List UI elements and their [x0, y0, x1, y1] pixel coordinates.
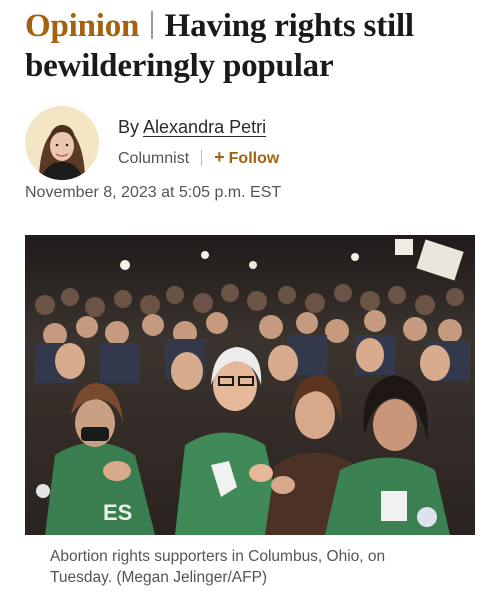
- byline-prefix: By: [118, 117, 140, 137]
- headline: Opinion Having rights still bewilderingly…: [25, 6, 490, 86]
- follow-button[interactable]: + Follow: [214, 147, 280, 167]
- author-role-row: Columnist + Follow: [118, 147, 279, 168]
- lead-photo[interactable]: ES: [25, 235, 475, 535]
- role-divider: [201, 150, 203, 166]
- plus-icon: +: [214, 147, 225, 167]
- byline: By Alexandra Petri Columnist + Follow: [25, 106, 485, 180]
- follow-label: Follow: [228, 150, 280, 167]
- author-link[interactable]: Alexandra Petri: [143, 117, 266, 137]
- byline-line: By Alexandra Petri: [118, 117, 266, 138]
- author-role: Columnist: [118, 150, 190, 167]
- kicker-divider: [151, 11, 153, 39]
- photo-caption: Abortion rights supporters in Columbus, …: [50, 548, 386, 586]
- publish-date: November 8, 2023 at 5:05 p.m. EST: [25, 184, 282, 201]
- opinion-kicker[interactable]: Opinion: [25, 8, 139, 44]
- svg-text:ES: ES: [103, 500, 132, 525]
- author-avatar[interactable]: [25, 106, 99, 180]
